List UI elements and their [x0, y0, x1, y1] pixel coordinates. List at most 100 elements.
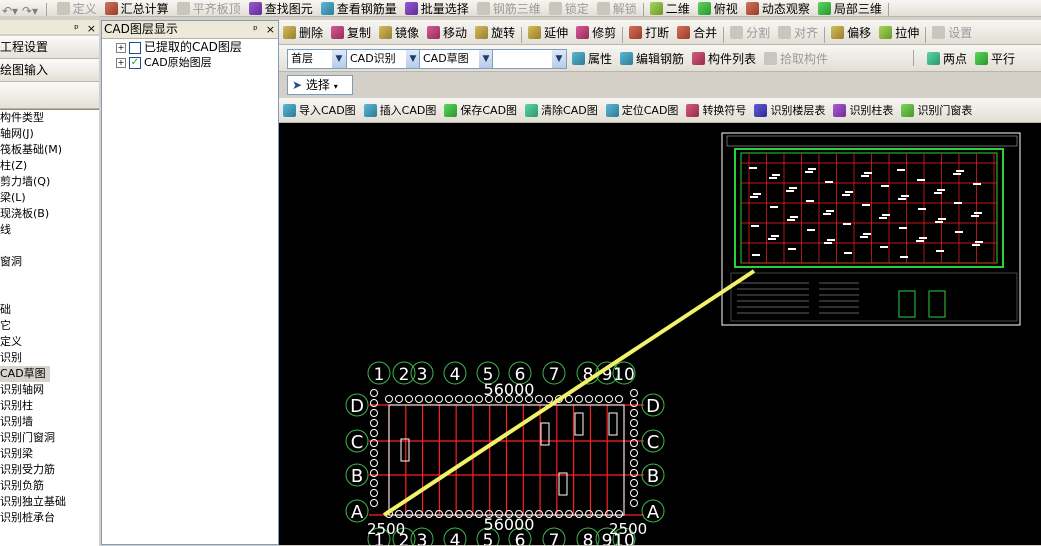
tree-item[interactable]: 识别墙: [0, 414, 99, 430]
drawing-input-button[interactable]: 绘图输入: [0, 59, 99, 82]
project-settings-button[interactable]: 工程设置: [0, 36, 99, 59]
layer-checkbox-extracted[interactable]: [129, 41, 141, 54]
tree-item[interactable]: 识别柱: [0, 398, 99, 414]
edit-toolbar-button-6[interactable]: 修剪: [572, 20, 620, 44]
pin-icon[interactable]: ᵖ: [253, 23, 258, 36]
selector-button-0[interactable]: 属性: [568, 45, 616, 71]
snap-button-0[interactable]: 两点: [923, 45, 971, 71]
top-toolbar-button-3[interactable]: 查找图元: [245, 0, 317, 16]
axis-grid-drawing[interactable]: 1 2 3 4 5 6 7 8 9 101 2 3 4 5 6 7 8 9 10DCBADCBA5600056000…: [345, 361, 665, 545]
sketch-select[interactable]: CAD草图 ▼: [419, 49, 494, 69]
top-toolbar-button-4[interactable]: 查看钢筋量: [317, 0, 401, 16]
recognize-select[interactable]: CAD识别 ▼: [346, 49, 421, 69]
cad-layer-panel-title: CAD图层显示 ᵖ ×: [102, 21, 278, 39]
plan-detail-mark: [973, 183, 981, 185]
tree-item[interactable]: CAD草图: [0, 366, 99, 382]
select-button[interactable]: ➤ 选择 ▾: [287, 75, 353, 95]
top-toolbar-button-11[interactable]: 动态观察: [742, 0, 814, 16]
tree-item[interactable]: 梁(L): [0, 190, 99, 206]
edit-toolbar-button-5[interactable]: 延伸: [524, 20, 572, 44]
top-toolbar-button-6[interactable]: 钢筋三维: [473, 0, 545, 16]
tree-item[interactable]: 窗洞: [0, 254, 99, 270]
tree-item[interactable]: 构件类型: [0, 110, 99, 126]
tree-item[interactable]: 识别: [0, 350, 99, 366]
top-toolbar-button-12[interactable]: 局部三维: [814, 0, 886, 16]
tree-item[interactable]: 现浇板(B): [0, 206, 99, 222]
tree-item[interactable]: 础: [0, 302, 99, 318]
snap-button-1[interactable]: 平行: [971, 45, 1019, 71]
tree-item[interactable]: 柱(Z): [0, 158, 99, 174]
toolbar-separator: [925, 27, 927, 43]
nav-panel-buttons[interactable]: ᵖ ×: [66, 20, 96, 37]
tree-item[interactable]: [0, 270, 99, 286]
cad-toolbar-button-8[interactable]: 识别门窗表: [897, 98, 976, 122]
tree-item[interactable]: 识别梁: [0, 446, 99, 462]
edit-toolbar-button-11[interactable]: 偏移: [827, 20, 875, 44]
toolbar-separator: [913, 50, 914, 66]
cad-toolbar-button-0[interactable]: 导入CAD图: [279, 98, 360, 122]
tree-item[interactable]: 定义: [0, 334, 99, 350]
edit-toolbar-button-7[interactable]: 打断: [625, 20, 673, 44]
tree-item[interactable]: 线: [0, 222, 99, 238]
close-icon[interactable]: ×: [266, 23, 275, 36]
selector-button-1[interactable]: 编辑钢筋: [616, 45, 688, 71]
dimension-mark: [535, 395, 543, 403]
tree-item[interactable]: 识别受力筋: [0, 462, 99, 478]
edit-toolbar-button-1[interactable]: 复制: [327, 20, 375, 44]
top-toolbar-button-5[interactable]: 批量选择: [401, 0, 473, 16]
tree-item[interactable]: [0, 286, 99, 302]
cad-drawing[interactable]: 1 2 3 4 5 6 7 8 9 101 2 3 4 5 6 7 8 9 10DCBADCBA5600056000…: [279, 123, 1041, 545]
expand-icon[interactable]: +: [116, 42, 126, 53]
edit-toolbar-button-8[interactable]: 合并: [673, 20, 721, 44]
tree-item[interactable]: 识别独立基础: [0, 494, 99, 510]
edit-toolbar-button-0[interactable]: 删除: [279, 20, 327, 44]
offset-icon: [831, 25, 845, 39]
top-toolbar-button-2[interactable]: 平齐板顶: [173, 0, 245, 16]
dimension-mark: [545, 395, 553, 403]
cad-toolbar-button-3[interactable]: 清除CAD图: [521, 98, 602, 122]
tree-item[interactable]: 它: [0, 318, 99, 334]
edit-toolbar-button-13[interactable]: 设置: [928, 20, 976, 44]
nav-blank-button[interactable]: [0, 82, 99, 109]
selector-button-3[interactable]: 拾取构件: [760, 45, 832, 71]
undo-button[interactable]: ↶▾ ↷▾: [0, 3, 40, 17]
selector-button-2[interactable]: 构件列表: [688, 45, 760, 71]
edit-toolbar-button-3[interactable]: 移动: [423, 20, 471, 44]
cad-toolbar-button-5[interactable]: 转换符号: [682, 98, 750, 122]
edit-toolbar-button-4[interactable]: 旋转: [471, 20, 519, 44]
floor-select[interactable]: 首层 ▼: [287, 49, 347, 69]
layer-row-extracted[interactable]: + 已提取的CAD图层: [116, 40, 242, 55]
cad-toolbar-button-1[interactable]: 插入CAD图: [360, 98, 441, 122]
layer-row-original[interactable]: + ✓ CAD原始图层: [116, 55, 242, 70]
cad-toolbar-button-4[interactable]: 定位CAD图: [602, 98, 683, 122]
tree-item[interactable]: [0, 238, 99, 254]
top-toolbar-button-9[interactable]: 二维: [646, 0, 694, 16]
dimension-mark: [425, 395, 433, 403]
tree-item[interactable]: 筏板基础(M): [0, 142, 99, 158]
cad-toolbar-button-6[interactable]: 识别楼层表: [750, 98, 829, 122]
edit-toolbar-button-9[interactable]: 分割: [726, 20, 774, 44]
top-toolbar-button-0[interactable]: 定义: [53, 0, 101, 16]
top-toolbar-button-1[interactable]: 汇总计算: [101, 0, 173, 16]
plan-detail-mark: [954, 202, 962, 204]
cad-toolbar-button-7[interactable]: 识别柱表: [829, 98, 897, 122]
layer-checkbox-original[interactable]: ✓: [129, 56, 141, 69]
tree-item[interactable]: 轴网(J): [0, 126, 99, 142]
top-toolbar-button-8[interactable]: 解锁: [593, 0, 641, 16]
tree-item[interactable]: 识别桩承台: [0, 510, 99, 526]
top-toolbar-button-7[interactable]: 锁定: [545, 0, 593, 16]
edit-toolbar-button-10[interactable]: 对齐: [774, 20, 822, 44]
full-plan-drawing[interactable]: [721, 132, 1021, 326]
expand-icon[interactable]: +: [116, 57, 126, 68]
component-select[interactable]: ▼: [492, 49, 567, 69]
top-toolbar-button-10[interactable]: 俯视: [694, 0, 742, 16]
tree-item[interactable]: 识别轴网: [0, 382, 99, 398]
edit-toolbar-button-2[interactable]: 镜像: [375, 20, 423, 44]
tree-item[interactable]: 识别门窗洞: [0, 430, 99, 446]
cad-toolbar-button-2[interactable]: 保存CAD图: [440, 98, 521, 122]
tree-item[interactable]: 剪力墙(Q): [0, 174, 99, 190]
tree-item[interactable]: 识别负筋: [0, 478, 99, 494]
drawing-canvas[interactable]: 1 2 3 4 5 6 7 8 9 10 1 2 3 4 5 6 7 8 9 10 D C B A D C B A 56000 56000…: [279, 123, 1041, 545]
edit-toolbar-button-12[interactable]: 拉伸: [875, 20, 923, 44]
settings-icon: [932, 25, 946, 39]
